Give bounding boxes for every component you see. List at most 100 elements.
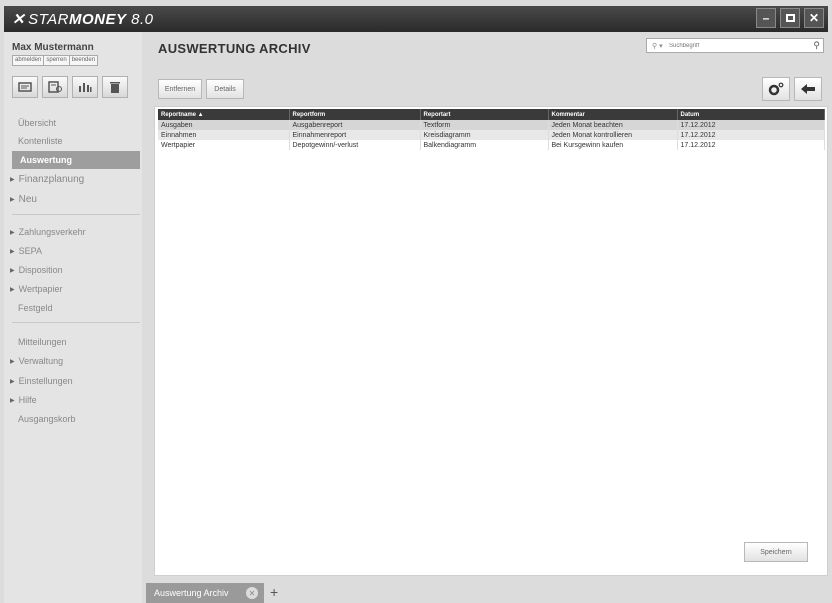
sidebar-item-label: Finanzplanung	[18, 173, 85, 185]
sidebar-item-label: Mitteilungen	[18, 337, 67, 347]
close-icon: ✕	[808, 11, 820, 25]
table-cell: Ausgabenreport	[289, 120, 421, 130]
table-cell: Jeden Monat kontrollieren	[548, 130, 678, 140]
user-name: Max Mustermann	[12, 42, 94, 53]
table-row[interactable]: Ausgaben Ausgabenreport Textform Jeden M…	[158, 120, 825, 130]
sidebar-item-label: Ausgangskorb	[18, 414, 76, 424]
sidebar-item-fixed-deposit[interactable]: Festgeld	[4, 299, 142, 317]
sidebar-item-label: Verwaltung	[18, 356, 64, 366]
calculator-icon	[48, 81, 62, 93]
sidebar-item-administration[interactable]: ▶ Verwaltung	[4, 352, 142, 370]
search-input[interactable]	[669, 39, 797, 52]
tab-bar: Auswertung Archiv ✕ +	[142, 583, 828, 603]
sidebar-item-label: Einstellungen	[18, 376, 73, 386]
maximize-button[interactable]	[780, 8, 800, 28]
sidebar-item-settings[interactable]: ▶ Einstellungen	[4, 372, 142, 390]
minimize-button[interactable]: –	[756, 8, 776, 28]
sidebar-item-overview[interactable]: Übersicht	[4, 114, 142, 132]
sidebar-item-disposition[interactable]: ▶ Disposition	[4, 261, 142, 279]
app-name-part2: MONEY	[68, 11, 127, 28]
close-button[interactable]: ✕	[804, 8, 824, 28]
sidebar-divider	[12, 214, 140, 215]
tool-calculator-button[interactable]	[42, 76, 68, 98]
sidebar-item-label: Hilfe	[18, 395, 37, 405]
table-cell: Bei Kursgewinn kaufen	[548, 140, 678, 150]
column-header-datum[interactable]: Datum	[677, 109, 825, 120]
sidebar-item-help[interactable]: ▶ Hilfe	[4, 391, 142, 409]
column-header-reportname[interactable]: Reportname ▲	[158, 109, 290, 120]
table-header-row: Reportname ▲ Reportform Reportart Kommen…	[158, 109, 825, 120]
app-version: 8.0	[126, 11, 154, 28]
column-header-reportart[interactable]: Reportart	[420, 109, 549, 120]
remove-button[interactable]: Entfernen	[158, 79, 202, 99]
main-area: AUSWERTUNG ARCHIV ⚲ ▾ ⚲ Entfernen Detail…	[150, 32, 828, 603]
sidebar: Max Mustermann abmelden sperren beenden …	[4, 32, 142, 603]
table-cell: Textform	[420, 120, 549, 130]
app-window: ✕ STARMONEY 8.0 – ✕ Max Mustermann abmeld…	[0, 0, 832, 603]
app-logo: ✕ STARMONEY 8.0	[12, 10, 154, 28]
sidebar-item-new[interactable]: ▶ Neu	[4, 190, 142, 208]
sidebar-item-financial-planning[interactable]: ▶ Finanzplanung	[4, 170, 142, 188]
title-bar: ✕ STARMONEY 8.0 – ✕	[4, 6, 828, 32]
app-name-part1: STAR	[28, 11, 69, 28]
page-title: AUSWERTUNG ARCHIV	[158, 41, 311, 56]
sidebar-divider	[12, 322, 140, 323]
details-button[interactable]: Details	[206, 79, 244, 99]
sidebar-item-sepa[interactable]: ▶ SEPA	[4, 242, 142, 260]
table-row[interactable]: Wertpapier Depotgewinn/-verlust Balkendi…	[158, 140, 825, 150]
table-cell: Einnahmen	[158, 130, 290, 140]
logout-link[interactable]: abmelden	[13, 56, 43, 65]
sidebar-item-label: Zahlungsverkehr	[18, 227, 86, 237]
settings-button[interactable]	[762, 77, 790, 101]
expand-arrow-icon: ▶	[10, 267, 15, 274]
sidebar-item-messages[interactable]: Mitteilungen	[4, 333, 142, 351]
add-tab-button[interactable]: +	[270, 584, 278, 600]
maximize-icon	[785, 14, 795, 22]
trash-icon	[110, 81, 120, 93]
sidebar-item-accounts[interactable]: Kontenliste	[4, 132, 142, 150]
sidebar-item-label: Festgeld	[18, 303, 53, 313]
tool-card-button[interactable]	[12, 76, 38, 98]
table-cell: 17.12.2012	[677, 140, 825, 150]
sidebar-toolbar	[12, 76, 128, 98]
tool-chart-button[interactable]	[72, 76, 98, 98]
sidebar-item-label: SEPA	[18, 246, 42, 256]
table-row[interactable]: Einnahmen Einnahmenreport Kreisdiagramm …	[158, 130, 825, 140]
card-icon	[18, 82, 32, 92]
column-header-reportform[interactable]: Reportform	[289, 109, 421, 120]
back-button[interactable]	[794, 77, 822, 101]
table-cell: 17.12.2012	[677, 130, 825, 140]
expand-arrow-icon: ▶	[10, 176, 15, 183]
expand-arrow-icon: ▶	[10, 248, 15, 255]
tab-auswertung-archiv[interactable]: Auswertung Archiv ✕	[146, 583, 264, 603]
sidebar-item-securities[interactable]: ▶ Wertpapier	[4, 280, 142, 298]
search-icon[interactable]: ⚲	[813, 40, 820, 51]
back-arrow-icon	[801, 84, 815, 94]
table-cell: Ausgaben	[158, 120, 290, 130]
expand-arrow-icon: ▶	[10, 397, 15, 404]
tab-close-icon[interactable]: ✕	[246, 587, 258, 599]
gear-icon	[768, 82, 784, 96]
table-cell: Kreisdiagramm	[420, 130, 549, 140]
expand-arrow-icon: ▶	[10, 229, 15, 236]
sidebar-item-label: Übersicht	[18, 118, 57, 128]
sidebar-item-label: Kontenliste	[18, 136, 63, 146]
save-button[interactable]: Speichern	[744, 542, 808, 562]
table-cell: Einnahmenreport	[289, 130, 421, 140]
sidebar-item-outbox[interactable]: Ausgangskorb	[4, 410, 142, 428]
chart-icon	[79, 83, 92, 92]
sidebar-item-evaluation[interactable]: Auswertung	[12, 151, 140, 169]
table-cell: Balkendiagramm	[420, 140, 549, 150]
table-cell: Jeden Monat beachten	[548, 120, 678, 130]
search-scope-dropdown[interactable]: ⚲ ▾	[647, 42, 669, 50]
lock-link[interactable]: sperren	[43, 56, 68, 65]
sidebar-item-label: Neu	[18, 193, 37, 205]
quit-link[interactable]: beenden	[68, 56, 97, 65]
column-header-kommentar[interactable]: Kommentar	[548, 109, 678, 120]
plus-icon: +	[270, 584, 279, 600]
minimize-icon: –	[762, 11, 770, 25]
tool-delete-button[interactable]	[102, 76, 128, 98]
report-table: Reportname ▲ Reportform Reportart Kommen…	[158, 109, 825, 150]
sidebar-item-label: Disposition	[18, 265, 63, 275]
sidebar-item-payments[interactable]: ▶ Zahlungsverkehr	[4, 223, 142, 241]
